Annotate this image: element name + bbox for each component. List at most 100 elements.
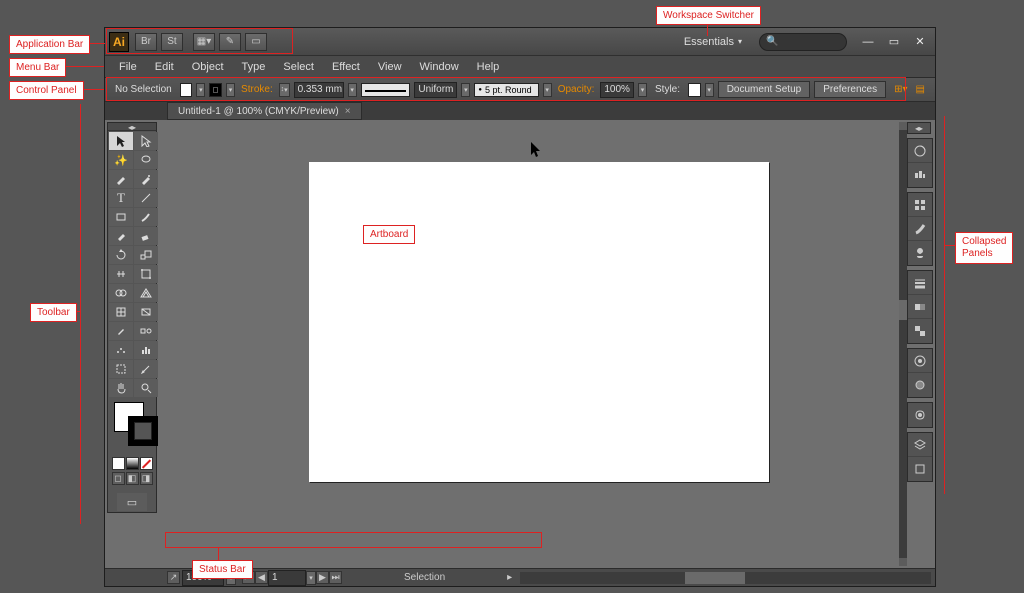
first-artboard-icon[interactable]: ⏮ [242,571,255,584]
bridge-icon[interactable]: Br [135,33,157,51]
toolbar-grip[interactable]: ◂▸ [108,123,156,131]
paintbrush-tool[interactable] [134,208,158,226]
appearance-panel-icon[interactable] [908,349,932,373]
screen-mode-btn[interactable]: ▭ [117,493,147,511]
fill-stroke-controls[interactable] [108,398,156,456]
draw-behind-btn[interactable]: ◧ [126,472,139,485]
eyedropper-tool[interactable] [109,322,133,340]
document-setup-button[interactable]: Document Setup [718,81,811,98]
zoom-tool[interactable] [134,379,158,397]
export-icon[interactable]: ↗ [167,571,180,584]
vertical-scrollbar[interactable] [899,122,907,566]
symbol-sprayer-tool[interactable] [109,341,133,359]
slice-tool[interactable] [134,360,158,378]
document-canvas[interactable] [161,122,899,566]
status-info[interactable]: Selection [404,572,445,583]
zoom-dd[interactable] [226,571,236,585]
stroke-dd[interactable] [226,83,235,97]
artboard[interactable] [309,162,769,482]
variable-width-profile[interactable] [361,83,411,97]
brushes-panel-icon[interactable] [908,217,932,241]
lasso-tool[interactable] [134,151,158,169]
gradient-mode-btn[interactable] [126,457,139,470]
close-tab-icon[interactable]: × [345,106,351,117]
search-box[interactable]: 🔍 [759,33,847,51]
shape-builder-tool[interactable] [109,284,133,302]
close-icon[interactable]: ✕ [909,35,931,49]
draw-normal-btn[interactable]: ◻ [112,472,125,485]
opacity-input[interactable]: 100% [600,82,634,98]
fill-dd[interactable] [196,83,205,97]
menu-select[interactable]: Select [275,58,322,76]
opacity-label[interactable]: Opacity: [556,84,597,95]
maximize-icon[interactable]: ▭ [883,35,905,49]
zoom-level[interactable]: 100% [182,570,224,586]
menu-type[interactable]: Type [234,58,274,76]
menu-view[interactable]: View [370,58,410,76]
color-guide-panel-icon[interactable] [908,163,932,187]
stroke-weight-input[interactable]: 0.353 mm [294,82,344,98]
artboard-nav-dd[interactable] [306,571,316,585]
style-dd[interactable] [705,83,714,97]
style-swatch[interactable] [688,83,701,97]
document-tab[interactable]: Untitled-1 @ 100% (CMYK/Preview) × [167,102,362,120]
stroke-weight-stepper[interactable]: ↕ [279,83,290,97]
menu-edit[interactable]: Edit [147,58,182,76]
align-to-icon[interactable]: ⊞▾ [894,84,907,95]
color-panel-icon[interactable] [908,139,932,163]
direct-selection-tool[interactable] [134,132,158,150]
brush-dd[interactable] [543,83,552,97]
status-info-dd[interactable]: ▸ [507,572,512,583]
artboard-tool[interactable] [109,360,133,378]
last-artboard-icon[interactable]: ⏭ [329,571,342,584]
menu-file[interactable]: File [111,58,145,76]
fill-swatch[interactable] [180,83,193,97]
opacity-dd[interactable] [638,83,647,97]
screen-mode-icon[interactable]: ▭ [245,33,267,51]
symbols-panel-icon[interactable] [908,241,932,265]
profile-dd[interactable] [461,83,470,97]
free-transform-tool[interactable] [134,265,158,283]
prev-artboard-icon[interactable]: ◀ [255,571,268,584]
expand-panels-icon[interactable] [907,122,931,134]
mesh-tool[interactable] [109,303,133,321]
column-graph-tool[interactable] [134,341,158,359]
width-tool[interactable] [109,265,133,283]
hand-tool[interactable] [109,379,133,397]
control-panel-menu-icon[interactable]: ▤ [916,84,929,95]
menu-help[interactable]: Help [469,58,508,76]
transparency-panel-icon[interactable] [908,319,932,343]
workspace-switcher[interactable]: Essentials [673,32,753,52]
menu-effect[interactable]: Effect [324,58,368,76]
rotate-tool[interactable] [109,246,133,264]
gpu-perf-icon[interactable]: ✎ [219,33,241,51]
menu-object[interactable]: Object [184,58,232,76]
artboards-panel-icon[interactable] [908,457,932,481]
stroke-label[interactable]: Stroke: [239,84,275,95]
stroke-swatch[interactable] [209,83,222,97]
eraser-tool[interactable] [134,227,158,245]
horizontal-scrollbar[interactable] [520,572,931,584]
next-artboard-icon[interactable]: ▶ [316,571,329,584]
line-segment-tool[interactable] [134,189,158,207]
brush-definition[interactable]: 5 pt. Round [474,83,538,97]
minimize-icon[interactable]: — [857,35,879,49]
curvature-tool[interactable] [134,170,158,188]
gradient-panel-icon[interactable] [908,295,932,319]
selection-tool[interactable] [109,132,133,150]
libraries-panel-icon[interactable] [908,403,932,427]
perspective-grid-tool[interactable] [134,284,158,302]
color-mode-btn[interactable] [112,457,125,470]
artboard-nav-input[interactable]: 1 [268,570,306,586]
pen-tool[interactable] [109,170,133,188]
graphic-styles-panel-icon[interactable] [908,373,932,397]
magic-wand-tool[interactable]: ✨ [109,151,133,169]
gradient-tool[interactable] [134,303,158,321]
shaper-tool[interactable] [109,227,133,245]
arrange-documents-icon[interactable]: ▦▾ [193,33,215,51]
blend-tool[interactable] [134,322,158,340]
none-mode-btn[interactable] [140,457,153,470]
rectangle-tool[interactable] [109,208,133,226]
draw-inside-btn[interactable]: ◨ [140,472,153,485]
menu-window[interactable]: Window [412,58,467,76]
